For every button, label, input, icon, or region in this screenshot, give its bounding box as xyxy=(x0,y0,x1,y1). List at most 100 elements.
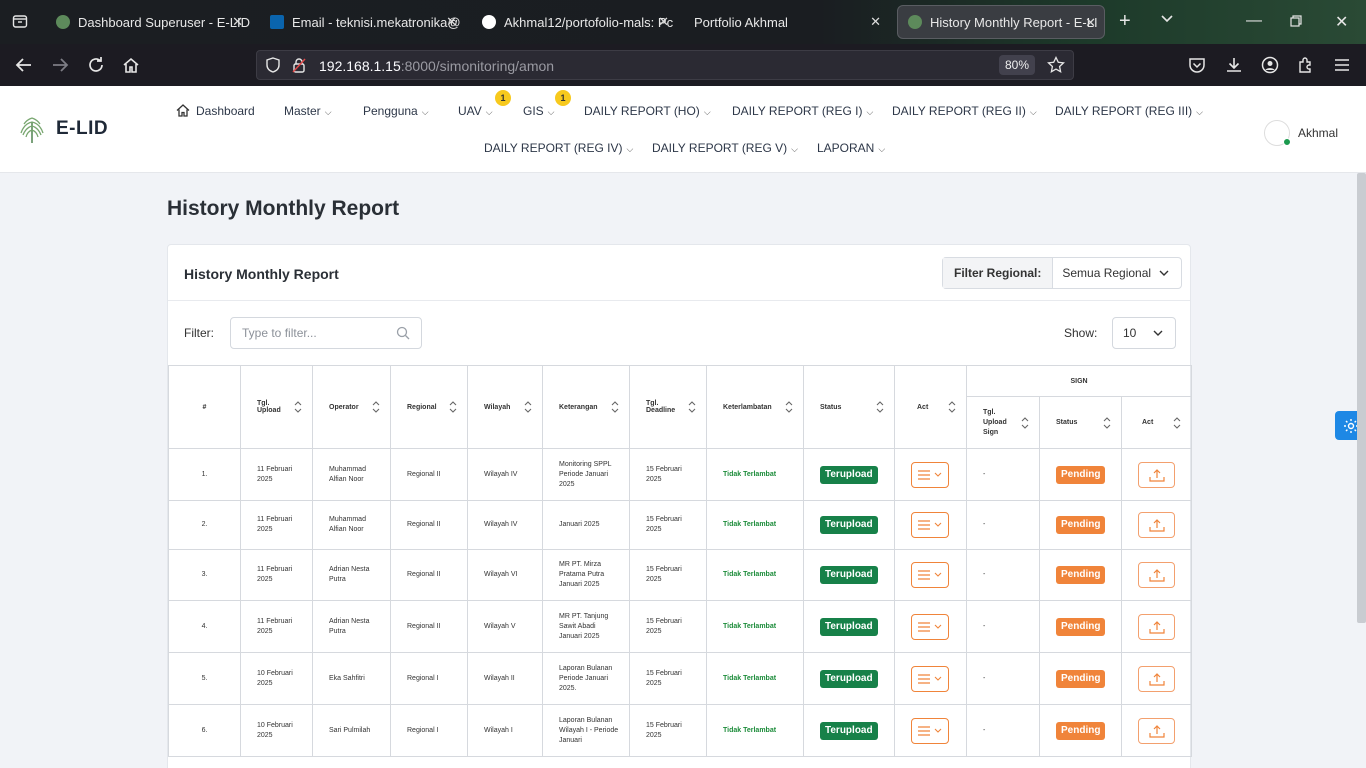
brand-logo[interactable]: E-LID xyxy=(18,114,108,144)
shield-icon[interactable] xyxy=(265,57,281,78)
th-regional[interactable]: Regional xyxy=(390,365,468,449)
list-icon xyxy=(918,469,930,480)
insecure-lock-icon[interactable] xyxy=(291,57,307,78)
table-row: 2. 11 Februari 2025 Muhammad Alfian Noor Re… xyxy=(168,500,1193,550)
th-tgl-deadline[interactable]: Tgl. Deadline xyxy=(629,365,707,449)
th-tgl-upload[interactable]: Tgl. Upload xyxy=(240,365,313,449)
close-icon[interactable]: ✕ xyxy=(1085,15,1096,31)
card-title: History Monthly Report xyxy=(184,266,339,282)
th-keterlambatan[interactable]: Keterlambatan xyxy=(706,365,804,449)
action-dropdown-button[interactable] xyxy=(911,717,949,744)
forward-icon[interactable] xyxy=(51,56,69,79)
sort-icon[interactable] xyxy=(294,400,302,414)
bookmark-star-icon[interactable] xyxy=(1047,55,1065,79)
account-icon[interactable] xyxy=(1261,56,1279,79)
restore-icon[interactable] xyxy=(1290,14,1302,32)
status-badge: Terupload xyxy=(820,465,878,484)
monthly-report-table: # Tgl. Upload Operator Regional Wilayah … xyxy=(168,365,1193,757)
tab-github[interactable]: Akhmal12/portofolio-mals: Pc ✕ xyxy=(472,5,677,39)
menu-pengguna[interactable]: Pengguna ⌵ xyxy=(363,104,429,118)
action-dropdown-button[interactable] xyxy=(911,562,949,588)
page-scrollbar[interactable] xyxy=(1357,173,1366,623)
menu-daily-report-reg2[interactable]: DAILY REPORT (REG II) ⌵ xyxy=(892,104,1037,118)
th-keterangan[interactable]: Keterangan xyxy=(542,365,630,449)
action-dropdown-button[interactable] xyxy=(911,512,949,538)
th-act[interactable]: Act xyxy=(894,365,967,449)
upload-sign-button[interactable] xyxy=(1138,562,1175,588)
th-sign-tgl-upload[interactable]: Tgl. Upload Sign xyxy=(966,396,1040,449)
filter-input[interactable] xyxy=(230,317,422,349)
menu-daily-report-ho-label: DAILY REPORT (HO) xyxy=(584,104,700,118)
zoom-level[interactable]: 80% xyxy=(998,55,1035,75)
address-bar[interactable]: 192.168.1.15:8000/simonitoring/amon 80% xyxy=(256,50,1074,80)
tab-history-monthly-report[interactable]: History Monthly Report - E-LI ✕ xyxy=(897,5,1105,39)
sort-icon[interactable] xyxy=(785,400,793,414)
close-icon[interactable]: ✕ xyxy=(232,14,243,30)
sort-icon[interactable] xyxy=(948,400,956,414)
pocket-icon[interactable] xyxy=(1188,56,1206,79)
minimize-icon[interactable]: — xyxy=(1246,12,1262,30)
sort-icon[interactable] xyxy=(1173,416,1181,430)
upload-sign-button[interactable] xyxy=(1138,613,1175,640)
menu-pengguna-label: Pengguna xyxy=(363,104,418,118)
tab-dashboard[interactable]: Dashboard Superuser - E-LID ✕ xyxy=(46,5,251,39)
hamburger-menu-icon[interactable] xyxy=(1333,56,1351,79)
sign-status-badge: Pending xyxy=(1056,721,1106,740)
sort-icon[interactable] xyxy=(449,400,457,414)
cell-keterangan: Januari 2025 xyxy=(542,500,630,550)
extensions-icon[interactable] xyxy=(1297,56,1315,79)
sort-icon[interactable] xyxy=(688,400,696,414)
upload-sign-button[interactable] xyxy=(1138,717,1175,744)
sort-icon[interactable] xyxy=(876,400,884,414)
close-icon[interactable]: ✕ xyxy=(870,14,881,30)
cell-no: 5. xyxy=(168,652,241,705)
sort-icon[interactable] xyxy=(524,400,532,414)
cell-wilayah: Wilayah IV xyxy=(467,448,543,501)
menu-laporan[interactable]: LAPORAN ⌵ xyxy=(817,141,885,155)
menu-gis[interactable]: GIS ⌵ xyxy=(523,104,555,118)
sort-icon[interactable] xyxy=(1103,416,1111,430)
sort-icon[interactable] xyxy=(1021,416,1029,430)
upload-sign-button[interactable] xyxy=(1138,461,1175,488)
close-icon[interactable]: ✕ xyxy=(658,14,669,30)
menu-dashboard[interactable]: Dashboard xyxy=(176,104,255,118)
action-dropdown-button[interactable] xyxy=(911,665,949,692)
menu-gis-label: GIS xyxy=(523,104,544,118)
close-icon[interactable]: ✕ xyxy=(446,14,457,30)
tab-list-icon[interactable] xyxy=(12,13,28,34)
th-status[interactable]: Status xyxy=(803,365,895,449)
th-operator[interactable]: Operator xyxy=(312,365,391,449)
reload-icon[interactable] xyxy=(87,56,105,79)
cell-sign-tgl: - xyxy=(966,704,1040,757)
menu-daily-report-reg1[interactable]: DAILY REPORT (REG I) ⌵ xyxy=(732,104,873,118)
regional-filter-select[interactable]: Semua Regional xyxy=(1053,258,1181,288)
tab-portfolio[interactable]: Portfolio Akhmal ✕ xyxy=(684,5,889,39)
back-icon[interactable] xyxy=(15,56,33,79)
tab-email[interactable]: Email - teknisi.mekatronika@ ✕ xyxy=(260,5,465,39)
menu-master[interactable]: Master ⌵ xyxy=(284,104,332,118)
close-window-icon[interactable]: ✕ xyxy=(1335,12,1348,32)
th-sign-status[interactable]: Status xyxy=(1039,396,1122,449)
home-icon[interactable] xyxy=(122,56,140,79)
chevron-down-icon: ⌵ xyxy=(626,144,634,154)
url-text[interactable]: 192.168.1.15:8000/simonitoring/amon xyxy=(319,58,554,74)
menu-daily-report-reg4[interactable]: DAILY REPORT (REG IV) ⌵ xyxy=(484,141,633,155)
sort-icon[interactable] xyxy=(611,400,619,414)
page-size-select[interactable]: 10 xyxy=(1112,317,1176,349)
cell-keterlambatan: Tidak Terlambat xyxy=(706,704,804,757)
menu-daily-report-reg3[interactable]: DAILY REPORT (REG III) ⌵ xyxy=(1055,104,1203,118)
th-wilayah[interactable]: Wilayah xyxy=(467,365,543,449)
chevron-down-icon[interactable] xyxy=(1160,11,1174,30)
action-dropdown-button[interactable] xyxy=(911,461,949,488)
th-sign-act[interactable]: Act xyxy=(1120,396,1193,449)
upload-sign-button[interactable] xyxy=(1138,665,1175,692)
user-menu[interactable]: Akhmal xyxy=(1264,120,1338,146)
sort-icon[interactable] xyxy=(372,400,380,414)
upload-sign-button[interactable] xyxy=(1138,512,1175,538)
menu-uav[interactable]: UAV ⌵ xyxy=(458,104,493,118)
menu-daily-report-ho[interactable]: DAILY REPORT (HO) ⌵ xyxy=(584,104,711,118)
new-tab-icon[interactable]: + xyxy=(1119,10,1131,33)
action-dropdown-button[interactable] xyxy=(911,613,949,640)
menu-daily-report-reg5[interactable]: DAILY REPORT (REG V) ⌵ xyxy=(652,141,798,155)
download-icon[interactable] xyxy=(1225,56,1243,79)
